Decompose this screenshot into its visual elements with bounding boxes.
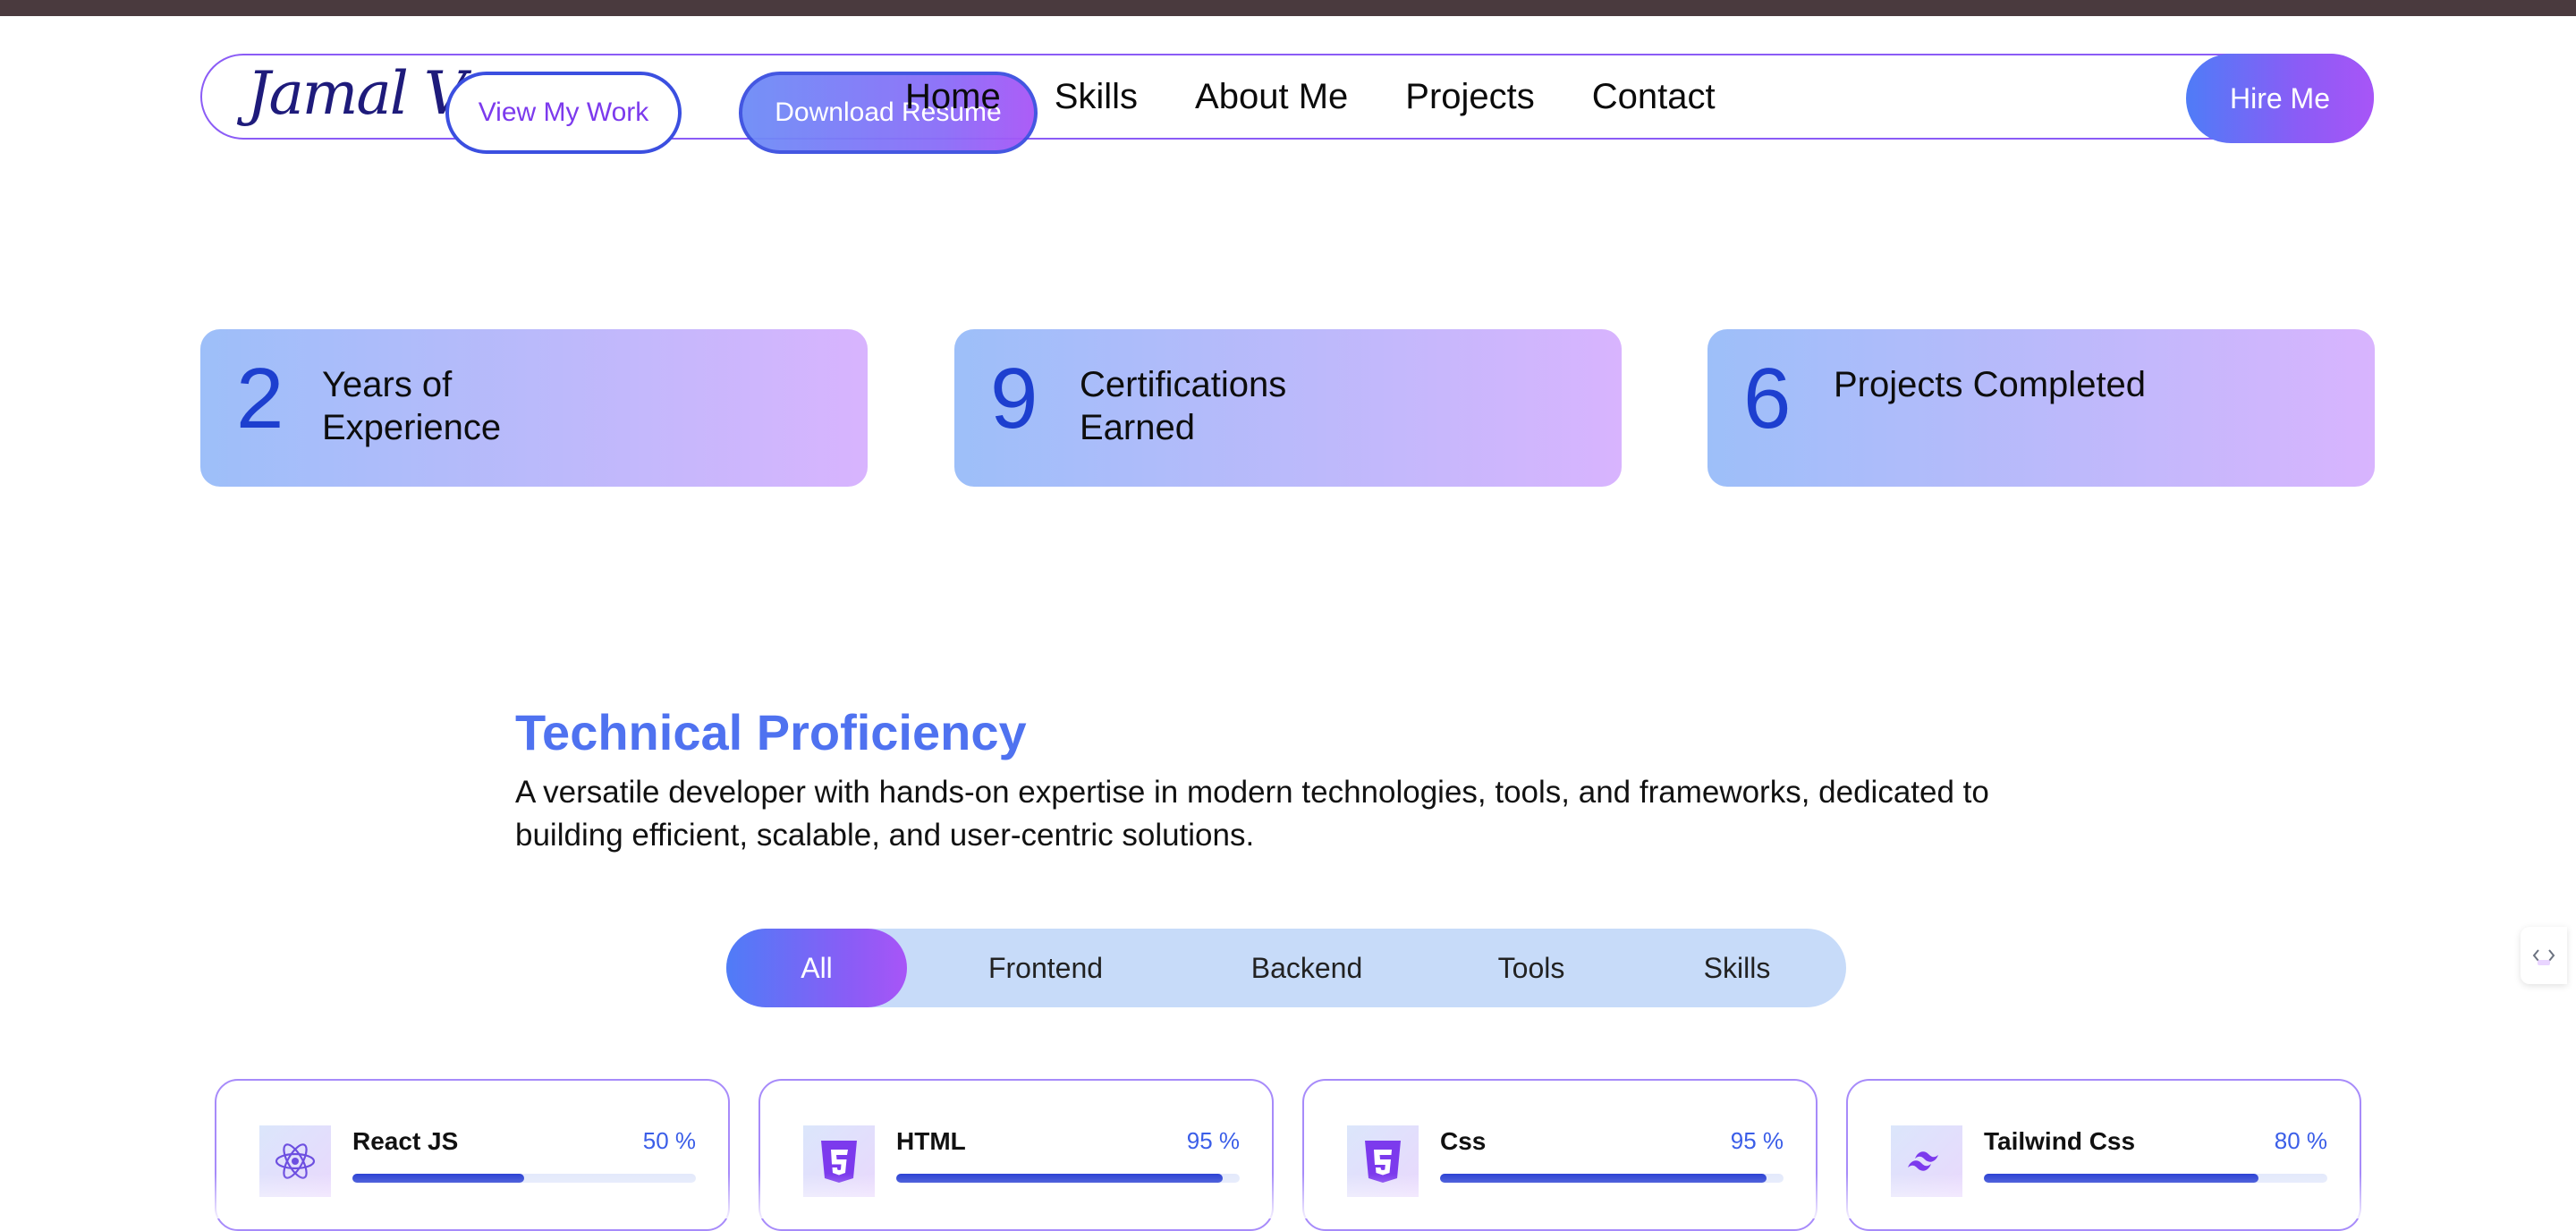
- tab-frontend[interactable]: Frontend: [961, 929, 1131, 1007]
- stat-label: Certifications Earned: [1080, 365, 1287, 447]
- nav-link-skills[interactable]: Skills: [1055, 77, 1138, 117]
- stat-card-certifications: 9 Certifications Earned: [954, 329, 1622, 487]
- stat-value: 6: [1743, 351, 1792, 446]
- skill-name: Css: [1440, 1127, 1487, 1155]
- stat-card-projects: 6 Projects Completed: [1707, 329, 2375, 487]
- nav-link-contact[interactable]: Contact: [1592, 77, 1716, 117]
- tab-backend[interactable]: Backend: [1222, 929, 1392, 1007]
- side-widget-button[interactable]: [2521, 927, 2567, 984]
- stat-card-experience: 2 Years of Experience: [200, 329, 868, 487]
- stat-value: 9: [990, 351, 1038, 446]
- stat-label: Years of Experience: [322, 365, 502, 447]
- stat-label: Projects Completed: [1834, 365, 2147, 404]
- tab-all[interactable]: All: [726, 929, 907, 1007]
- stat-value: 2: [236, 351, 284, 446]
- skill-name: Tailwind Css: [1984, 1127, 2136, 1155]
- tab-skills[interactable]: Skills: [1683, 929, 1791, 1007]
- browser-top-strip: [0, 0, 2576, 16]
- skill-name: React JS: [352, 1127, 459, 1155]
- skill-percent: 80 %: [2274, 1127, 2327, 1154]
- skill-filter-tabs: All Frontend Backend Tools Skills: [726, 929, 1846, 1007]
- skill-percent: 95 %: [1730, 1127, 1784, 1154]
- nav-link-about-me[interactable]: About Me: [1195, 77, 1348, 117]
- section-title: Technical Proficiency: [515, 704, 1027, 760]
- hire-me-button[interactable]: Hire Me: [2186, 54, 2374, 143]
- tab-tools[interactable]: Tools: [1478, 929, 1585, 1007]
- nav-link-home[interactable]: Home: [905, 77, 1001, 117]
- nav-link-projects[interactable]: Projects: [1405, 77, 1535, 117]
- bottom-fade: [0, 1174, 2576, 1218]
- section-description: A versatile developer with hands-on expe…: [515, 775, 1989, 853]
- skill-percent: 50 %: [642, 1127, 696, 1154]
- skill-percent: 95 %: [1186, 1127, 1240, 1154]
- nav-links: Home Skills About Me Projects Contact: [905, 77, 1773, 117]
- navbar: Jamal Veve View My Work Download Resume …: [200, 54, 2374, 154]
- view-my-work-button[interactable]: View My Work: [445, 72, 682, 154]
- skill-name: HTML: [896, 1127, 966, 1155]
- code-icon: [2532, 949, 2555, 965]
